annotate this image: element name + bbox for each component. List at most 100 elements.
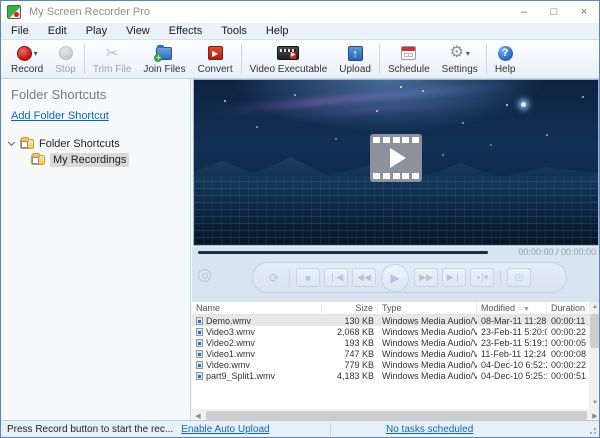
scroll-up-icon[interactable]: ▲ (589, 302, 600, 313)
rewind-button[interactable]: ◀◀ (352, 268, 376, 287)
transport-bar: ⟳ ■ ❘◀ ◀◀ ▶ ▶▶ ▶❘ ◖)▾ ◳ (252, 262, 567, 293)
add-folder-shortcut-link[interactable]: Add Folder Shortcut (11, 110, 109, 122)
settings-dropdown-icon[interactable]: ▾ (466, 49, 470, 58)
toolbar-separator (241, 44, 242, 74)
record-icon (17, 46, 32, 61)
status-bar: Press Record button to start the rec... … (1, 420, 599, 437)
scrollbar-thumb[interactable] (590, 314, 600, 348)
tree-node-folder-shortcuts[interactable]: Folder Shortcuts (1, 136, 190, 152)
maximize-button[interactable]: □ (539, 1, 569, 23)
detach-window-button[interactable]: ◳ (507, 268, 531, 287)
window-title: My Screen Recorder Pro (29, 6, 150, 18)
video-file-icon (196, 350, 203, 358)
minimize-button[interactable]: – (509, 1, 539, 23)
scroll-left-icon[interactable]: ◀ (192, 412, 204, 420)
gear-icon: ⚙ (450, 45, 464, 61)
skip-back-button[interactable]: ❘◀ (324, 268, 348, 287)
status-message: Press Record button to start the rec... (7, 424, 173, 435)
convert-icon (208, 46, 223, 60)
table-row[interactable]: Demo.wmv 130 KB Windows Media Audio/Vide… (192, 315, 589, 326)
help-icon: ? (498, 46, 513, 61)
play-video-icon[interactable] (370, 134, 422, 182)
menu-effects[interactable]: Effects (169, 25, 202, 37)
table-row[interactable]: Video3.wmv 2,068 KB Windows Media Audio/… (192, 326, 589, 337)
record-indicator-icon[interactable] (198, 269, 211, 282)
app-window: My Screen Recorder Pro – □ × File Edit P… (0, 0, 600, 438)
table-row[interactable]: Video.wmv 779 KB Windows Media Audio/Vid… (192, 359, 589, 370)
play-button[interactable]: ▶ (381, 264, 409, 292)
preview-stars (194, 80, 196, 82)
trim-file-button[interactable]: ✂ Trim File (87, 40, 138, 78)
schedule-button[interactable]: Schedule (382, 40, 436, 78)
loop-button[interactable]: ⟳ (265, 268, 283, 287)
toolbar-separator (379, 44, 380, 74)
stop-playback-button[interactable]: ■ (296, 268, 320, 287)
scissors-icon: ✂ (106, 46, 119, 61)
chevron-down-icon[interactable] (8, 139, 15, 146)
toolbar-separator (486, 44, 487, 74)
no-tasks-scheduled-link[interactable]: No tasks scheduled (386, 424, 473, 435)
menu-play[interactable]: Play (86, 25, 107, 37)
column-header-type[interactable]: Type (378, 302, 477, 314)
panel-title: Folder Shortcuts (1, 79, 190, 102)
menu-help[interactable]: Help (266, 25, 289, 37)
join-files-button[interactable]: Join Files (137, 40, 191, 78)
video-file-icon (196, 339, 203, 347)
column-header-size[interactable]: Size (322, 302, 378, 314)
video-file-icon (196, 328, 203, 336)
scroll-down-icon[interactable]: ▼ (589, 398, 600, 409)
menu-view[interactable]: View (126, 25, 150, 37)
join-files-icon (156, 47, 172, 60)
menu-file[interactable]: File (11, 25, 29, 37)
folder-shortcuts-panel: Folder Shortcuts Add Folder Shortcut Fol… (1, 79, 191, 421)
video-executable-button[interactable]: Video Executable (244, 40, 334, 78)
preview-grid-floor (194, 176, 598, 245)
window-controls: – □ × (509, 1, 599, 23)
enable-auto-upload-link[interactable]: Enable Auto Upload (181, 424, 269, 435)
record-button[interactable]: ▾ Record (5, 40, 49, 78)
table-header: Name Size Type Modified▼ Duration (192, 302, 589, 315)
column-header-modified[interactable]: Modified▼ (477, 302, 547, 314)
close-button[interactable]: × (569, 1, 599, 23)
record-dropdown-icon[interactable]: ▾ (34, 49, 38, 58)
toolbar-separator (84, 44, 85, 74)
preview-star (521, 102, 526, 107)
seek-bar[interactable] (198, 251, 488, 254)
stop-icon (59, 46, 73, 60)
table-row[interactable]: Video2.wmv 193 KB Windows Media Audio/Vi… (192, 337, 589, 348)
video-file-icon (196, 361, 203, 369)
table-row[interactable]: part9_Split1.wmv 4,183 KB Windows Media … (192, 370, 589, 381)
schedule-icon (401, 46, 416, 60)
column-header-name[interactable]: Name (192, 302, 322, 314)
scrollbar-thumb[interactable] (206, 411, 587, 420)
vertical-scrollbar[interactable]: ▲ ▼ (589, 302, 600, 409)
scroll-right-icon[interactable]: ▶ (589, 412, 600, 420)
upload-button[interactable]: Upload (333, 40, 377, 78)
sort-descending-icon: ▼ (523, 306, 530, 313)
video-preview[interactable] (193, 79, 599, 246)
video-executable-icon (277, 46, 299, 60)
menu-edit[interactable]: Edit (48, 25, 67, 37)
table-row[interactable]: Video1.wmv 747 KB Windows Media Audio/Vi… (192, 348, 589, 359)
upload-icon (348, 46, 363, 61)
fast-forward-button[interactable]: ▶▶ (414, 268, 438, 287)
volume-button[interactable]: ◖)▾ (470, 268, 494, 287)
menu-tools[interactable]: Tools (221, 25, 247, 37)
play-triangle-icon (390, 148, 406, 168)
folder-icon (31, 155, 45, 165)
toolbar: ▾ Record Stop ✂ Trim File Join Files Con… (1, 40, 599, 79)
column-header-duration[interactable]: Duration (547, 302, 587, 314)
help-button[interactable]: ? Help (489, 40, 522, 78)
video-file-icon (196, 317, 203, 325)
player-controls: 00:00:00 / 00:00:00 ⟳ ■ ❘◀ ◀◀ ▶ ▶▶ ▶❘ ◖)… (192, 247, 600, 302)
time-display: 00:00:00 / 00:00:00 (518, 247, 596, 257)
folder-tree: Folder Shortcuts My Recordings (1, 136, 190, 168)
tree-node-my-recordings[interactable]: My Recordings (1, 152, 190, 168)
convert-button[interactable]: Convert (192, 40, 239, 78)
stop-button[interactable]: Stop (49, 40, 82, 78)
resize-grip[interactable] (589, 427, 597, 435)
video-file-icon (196, 372, 203, 380)
skip-forward-button[interactable]: ▶❘ (442, 268, 466, 287)
app-icon (7, 5, 21, 19)
settings-button[interactable]: ⚙▾ Settings (436, 40, 484, 78)
